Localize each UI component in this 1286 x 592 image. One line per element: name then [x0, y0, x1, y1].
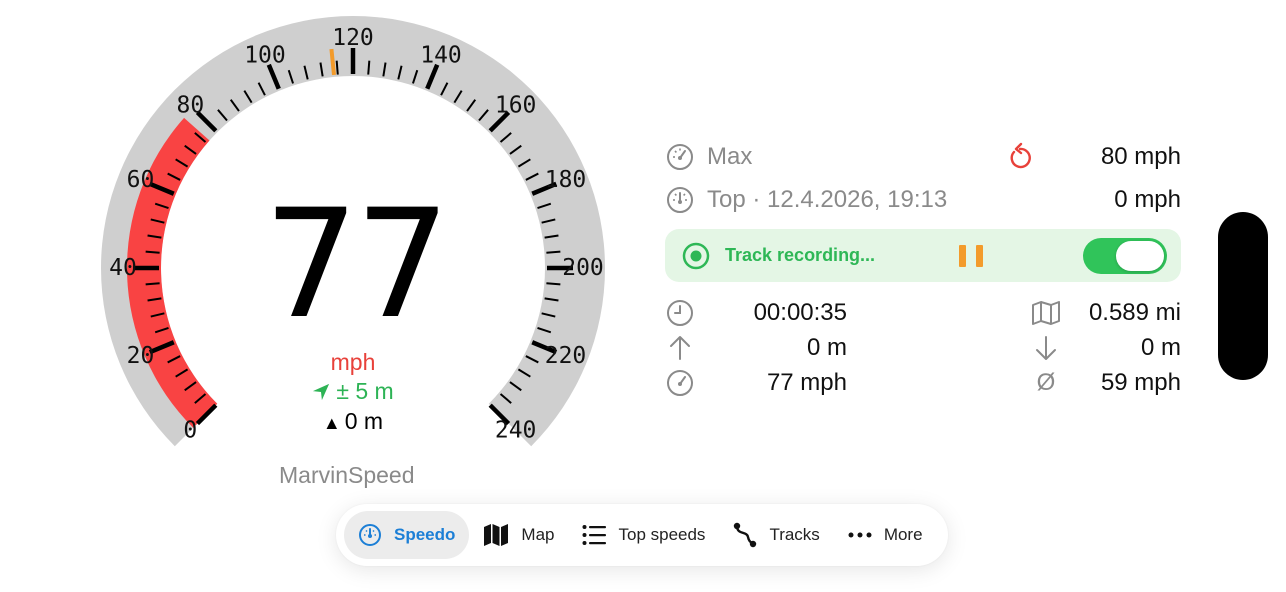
gauge-icon: [665, 142, 695, 172]
tracks-icon: [734, 522, 757, 548]
side-handle[interactable]: [1218, 212, 1268, 380]
more-icon: [848, 532, 872, 538]
gauge-minor-tick: [145, 250, 160, 254]
distance-metric: 0.589 mi: [1031, 297, 1181, 329]
max-speed-row: Max 80 mph: [665, 141, 1181, 173]
gauge-tick-label: 140: [420, 43, 462, 69]
duration-value: 00:00:35: [753, 299, 847, 326]
gauge-tick-label: 180: [545, 167, 587, 193]
current-speed: 77: [263, 178, 451, 352]
gauge-minor-tick: [546, 250, 561, 254]
tab-tracks[interactable]: Tracks: [719, 511, 833, 559]
tab-bar: Speedo Map Top speeds Tracks More: [336, 504, 948, 566]
gauge-icon: [665, 185, 695, 215]
app-name: MarvinSpeed: [279, 462, 415, 488]
gauge-tick-label: 120: [332, 25, 374, 51]
descent-value: 0 m: [1140, 334, 1181, 361]
gauge-minor-tick: [367, 60, 371, 75]
tab-speedo-label: Speedo: [394, 525, 456, 544]
tab-tracks-label: Tracks: [769, 525, 820, 544]
altitude-value: 0 m: [344, 408, 384, 434]
max-speed-label: Max: [707, 143, 753, 170]
pause-button[interactable]: [959, 243, 983, 269]
gauge-tick-label: 160: [495, 92, 537, 118]
ascent-value: 0 m: [806, 334, 847, 361]
top-speed-row[interactable]: Top · 12.4.2026, 19:13 0 mph: [665, 184, 1181, 216]
gauge-tick-label: 80: [177, 92, 205, 118]
tab-map[interactable]: Map: [469, 511, 568, 559]
gauge-minor-tick: [546, 282, 561, 286]
tab-more-label: More: [883, 525, 923, 544]
ascent-metric: 0 m: [665, 332, 847, 364]
duration-metric: 00:00:35: [665, 297, 847, 329]
gauge-tick-label: 40: [109, 255, 137, 281]
gps-accuracy: ± 5 m: [253, 378, 453, 405]
pause-icon-right: [976, 244, 983, 267]
tab-top-speeds-label: Top speeds: [618, 525, 706, 544]
gauge-minor-tick: [145, 282, 160, 286]
track-recording-bar: Track recording...: [665, 229, 1181, 282]
tab-map-label: Map: [521, 525, 555, 544]
descent-metric: 0 m: [1031, 332, 1181, 364]
pause-icon-left: [959, 244, 966, 267]
altitude-icon: ▲: [322, 413, 341, 433]
gps-accuracy-value: ± 5 m: [336, 378, 394, 404]
tab-more[interactable]: More: [834, 511, 937, 559]
gauge-tick-label: 240: [495, 418, 537, 444]
average-speed-metric: Ø 59 mph: [1031, 367, 1181, 399]
list-icon: [582, 525, 607, 545]
average-speed-value: 59 mph: [1100, 369, 1181, 396]
speed-metric: 77 mph: [665, 367, 847, 399]
speedo-icon: [359, 524, 381, 546]
average-icon: Ø: [1036, 369, 1056, 396]
track-recording-toggle[interactable]: [1083, 237, 1167, 274]
clock-icon: [665, 298, 695, 328]
track-recording-label: Track recording...: [725, 245, 876, 265]
speed-unit: mph: [330, 349, 376, 375]
gauge-tick-label: 20: [127, 343, 155, 369]
speed-value: 77 mph: [766, 369, 847, 396]
arrow-down-icon: [1031, 333, 1061, 363]
distance-value: 0.589 mi: [1088, 299, 1181, 326]
reset-icon[interactable]: [1005, 142, 1035, 172]
gauge-tick-label: 200: [562, 255, 604, 281]
map-icon: [484, 524, 509, 546]
arrow-up-icon: [665, 333, 695, 363]
tab-speedo[interactable]: Speedo: [344, 511, 470, 559]
altitude: ▲ 0 m: [253, 408, 453, 435]
max-speed-value: 80 mph: [1100, 143, 1181, 170]
map-icon: [1031, 298, 1061, 328]
top-speed-marker: [329, 48, 336, 76]
toggle-knob: [1116, 240, 1164, 271]
gauge-icon: [665, 368, 695, 398]
top-speed-value: 0 mph: [1114, 186, 1181, 213]
gauge-tick-label: 220: [545, 343, 587, 369]
location-arrow-icon: [313, 383, 330, 401]
gauge-tick-label: 60: [127, 167, 155, 193]
gauge-tick-label: 0: [183, 418, 197, 444]
top-speed-label: Top · 12.4.2026, 19:13: [707, 186, 948, 213]
gauge-minor-tick: [335, 60, 339, 75]
record-icon: [682, 242, 710, 269]
tab-top-speeds[interactable]: Top speeds: [568, 511, 719, 559]
gauge-tick-label: 100: [244, 43, 286, 69]
